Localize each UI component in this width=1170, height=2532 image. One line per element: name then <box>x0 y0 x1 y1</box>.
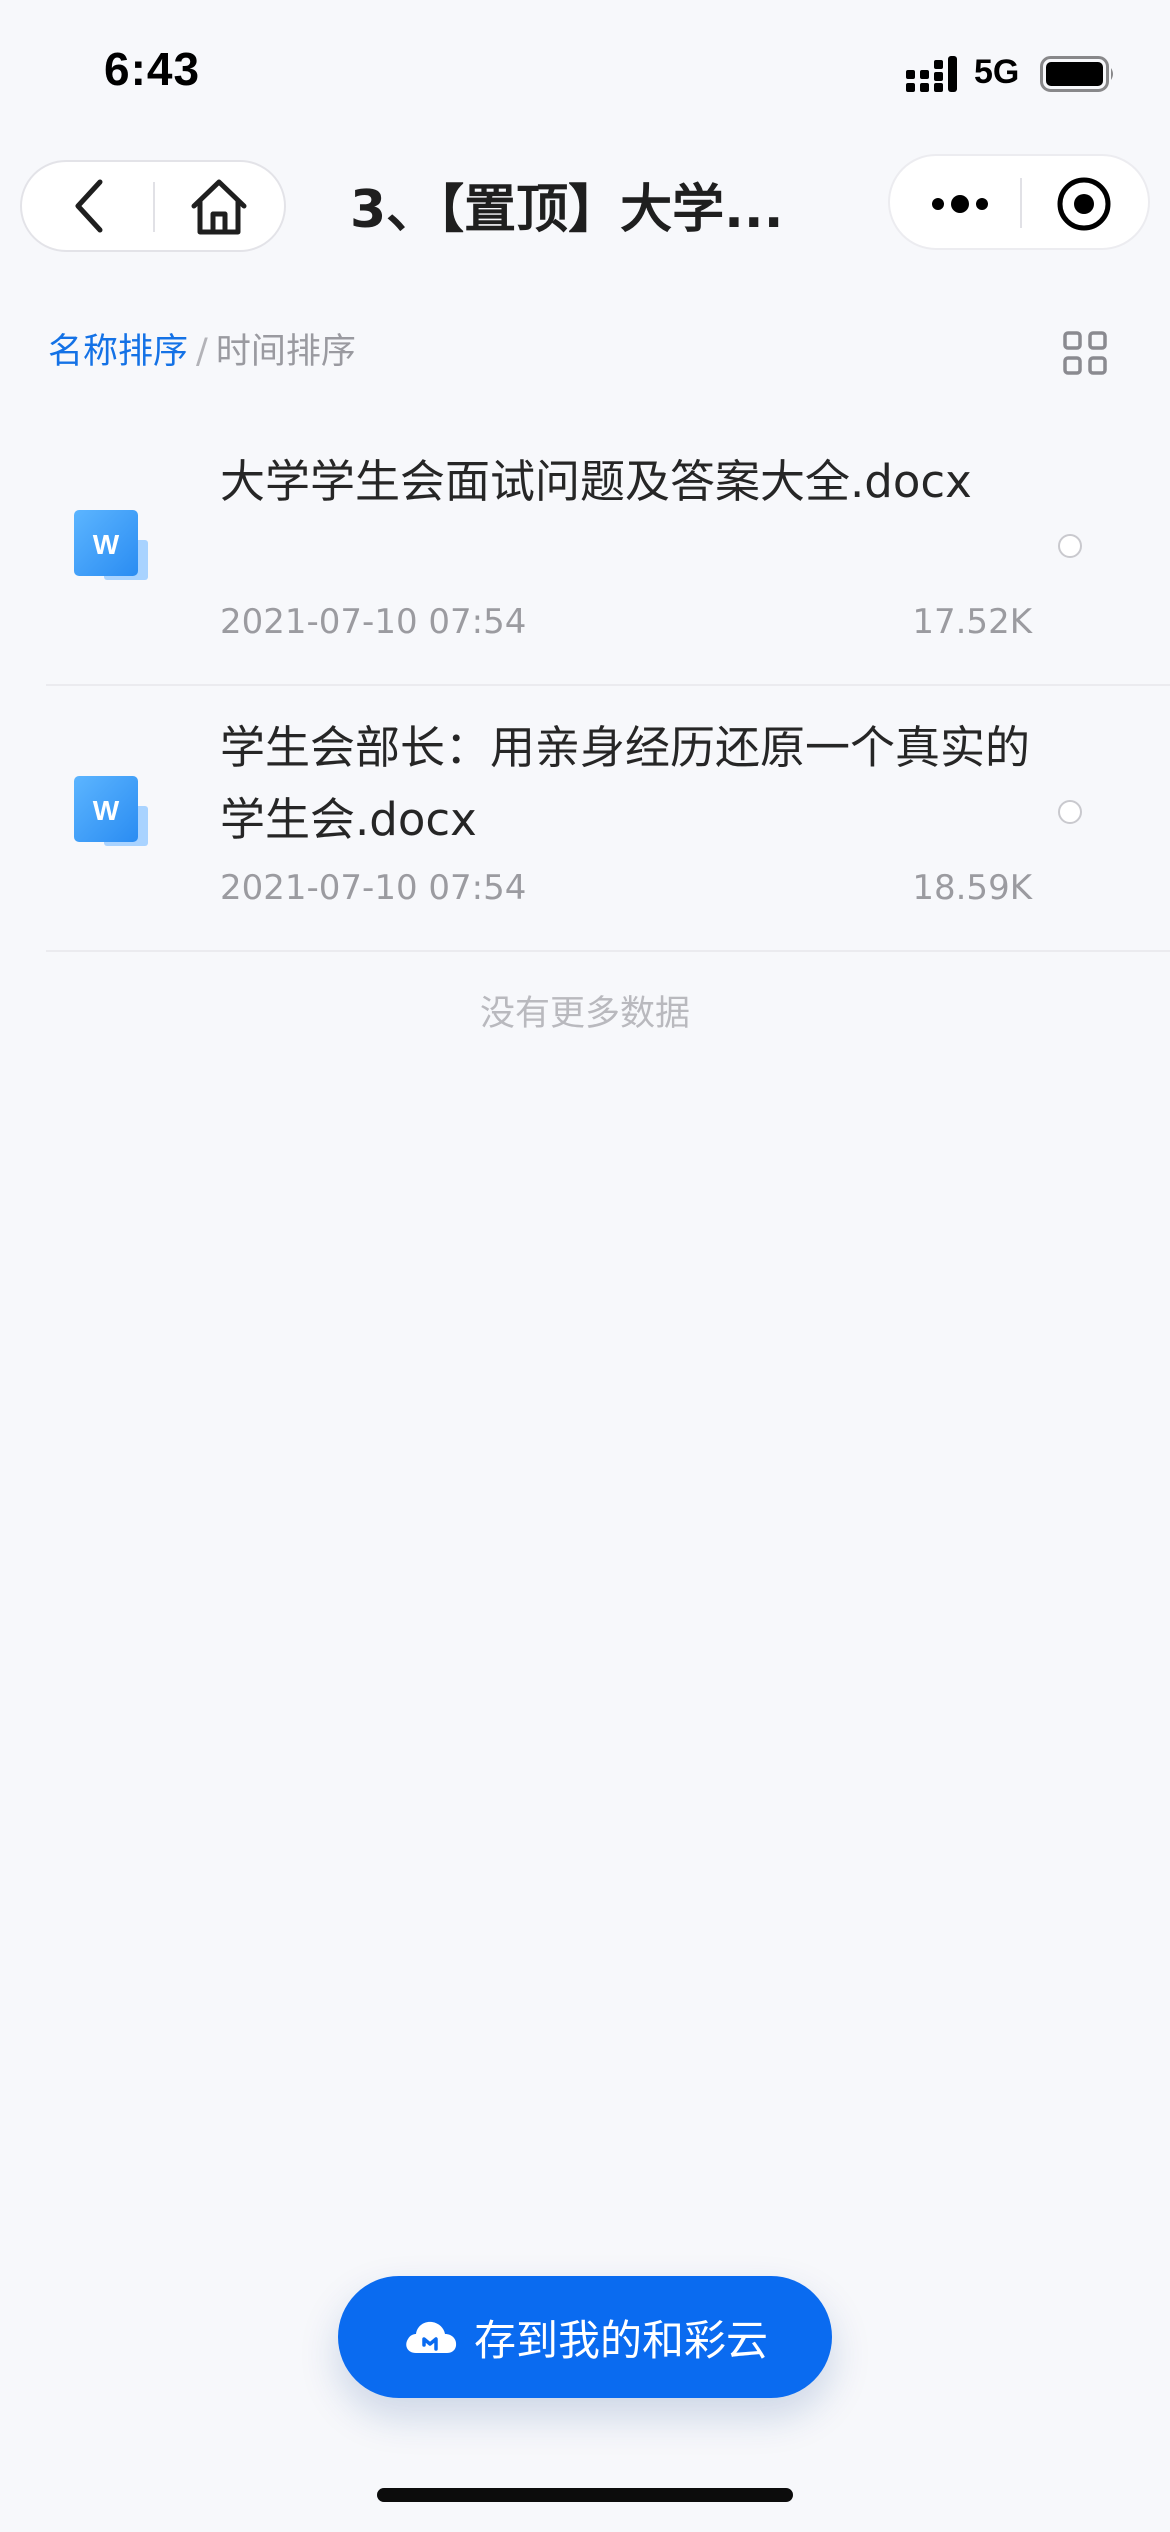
nav-right-capsule <box>888 154 1150 250</box>
save-to-cloud-button[interactable]: 存到我的和彩云 <box>338 2276 832 2398</box>
word-doc-icon: W <box>74 776 148 846</box>
file-name: 学生会部长：用亲身经历还原一个真实的学生会.docx <box>220 721 1031 846</box>
file-date: 2021-07-10 07:54 <box>220 868 527 908</box>
file-row[interactable]: W 大学学生会面试问题及答案大全.docx 2021-07-10 07:54 1… <box>46 420 1170 686</box>
sort-separator: / <box>196 332 208 372</box>
chevron-left-icon[interactable] <box>62 176 122 236</box>
file-list: W 大学学生会面试问题及答案大全.docx 2021-07-10 07:54 1… <box>46 420 1170 952</box>
status-bar: 6:43 5G <box>0 0 1170 150</box>
svg-text:W: W <box>93 795 120 826</box>
target-circle-icon[interactable] <box>1056 176 1112 232</box>
file-date: 2021-07-10 07:54 <box>220 602 527 642</box>
nav-divider <box>1020 178 1022 228</box>
battery-icon <box>1040 56 1113 92</box>
file-name: 大学学生会面试问题及答案大全.docx <box>220 455 972 508</box>
cloud-icon <box>406 2321 457 2353</box>
sort-by-time-link[interactable]: 时间排序 <box>216 332 356 372</box>
file-select-radio[interactable] <box>1058 534 1082 558</box>
file-row[interactable]: W 学生会部长：用亲身经历还原一个真实的学生会.docx 2021-07-10 … <box>46 686 1170 952</box>
app-screen: 6:43 5G 3、【置顶】大学... 名称排序 / 时间排序 W 大学学生会面… <box>0 0 1170 2532</box>
save-button-label: 存到我的和彩云 <box>473 2315 768 2365</box>
grid-view-icon[interactable] <box>1062 330 1108 376</box>
file-size: 17.52K <box>912 602 1032 642</box>
home-icon[interactable] <box>186 174 252 240</box>
nav-left-capsule <box>20 160 286 252</box>
home-indicator <box>377 2488 793 2502</box>
more-dots-icon[interactable] <box>920 174 1000 234</box>
list-end-text: 没有更多数据 <box>479 994 690 1034</box>
file-select-radio[interactable] <box>1058 800 1082 824</box>
nav-divider <box>153 182 155 232</box>
sort-bar: 名称排序 / 时间排序 <box>48 324 356 380</box>
cellular-signal-icon <box>906 56 957 92</box>
page-title: 3、【置顶】大学... <box>350 180 784 240</box>
sort-by-name-link[interactable]: 名称排序 <box>48 332 188 372</box>
status-time: 6:43 <box>104 43 201 95</box>
word-doc-icon: W <box>74 510 148 580</box>
svg-text:W: W <box>93 529 120 560</box>
file-size: 18.59K <box>912 868 1032 908</box>
network-type-label: 5G <box>974 53 1020 91</box>
